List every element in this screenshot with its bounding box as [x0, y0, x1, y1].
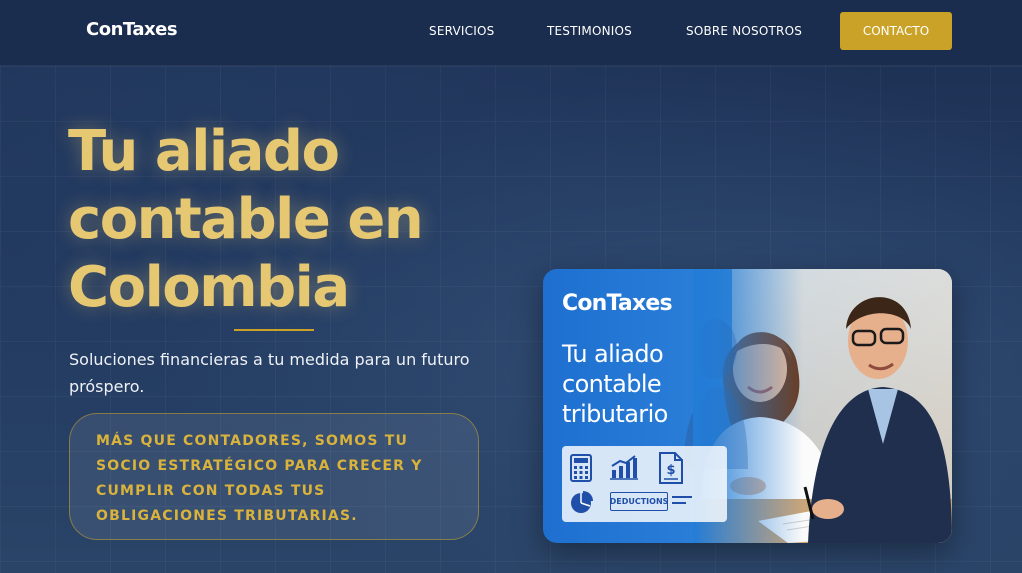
card-logo: ConTaxes [562, 291, 673, 316]
svg-text:$: $ [666, 463, 675, 478]
hero-title: Tu aliado contable en Colombia [68, 118, 488, 322]
top-navbar: ConTaxes SERVICIOS TESTIMONIOS SOBRE NOS… [0, 0, 1022, 66]
hero-title-line: Tu aliado [68, 119, 340, 184]
man-figure [803, 297, 952, 543]
hero-title-line: contable en [68, 187, 424, 252]
deductions-label: DEDUCTIONS [610, 492, 668, 511]
nav-link-sobre-nosotros[interactable]: SOBRE NOSOTROS [686, 24, 802, 38]
brand-logo[interactable]: ConTaxes [86, 19, 178, 40]
callout-box: MÁS QUE CONTADORES, SOMOS TU SOCIO ESTRA… [69, 413, 479, 540]
calculator-icon [570, 454, 592, 482]
card-headline: Tu aliado contable tributario [562, 339, 762, 429]
card-headline-line: contable [562, 370, 662, 398]
card-headline-line: tributario [562, 400, 668, 428]
nav-link-testimonios[interactable]: TESTIMONIOS [547, 24, 632, 38]
list-lines-icon [672, 496, 692, 504]
hero-subtitle: Soluciones financieras a tu medida para … [69, 350, 470, 396]
pie-chart-icon [571, 491, 593, 513]
finance-icons-panel: $ DEDUCTIONS [562, 446, 727, 522]
document-dollar-icon: $ [659, 452, 683, 484]
hero-title-line: Colombia [68, 255, 350, 320]
bar-chart-icon [610, 455, 638, 480]
card-headline-line: Tu aliado [562, 340, 664, 368]
nav-link-servicios[interactable]: SERVICIOS [429, 24, 494, 38]
hero-image-card: ConTaxes Tu aliado contable tributario $… [543, 269, 952, 543]
title-divider [234, 329, 314, 331]
contact-button[interactable]: CONTACTO [840, 12, 952, 50]
callout-text: MÁS QUE CONTADORES, SOMOS TU SOCIO ESTRA… [96, 433, 423, 524]
